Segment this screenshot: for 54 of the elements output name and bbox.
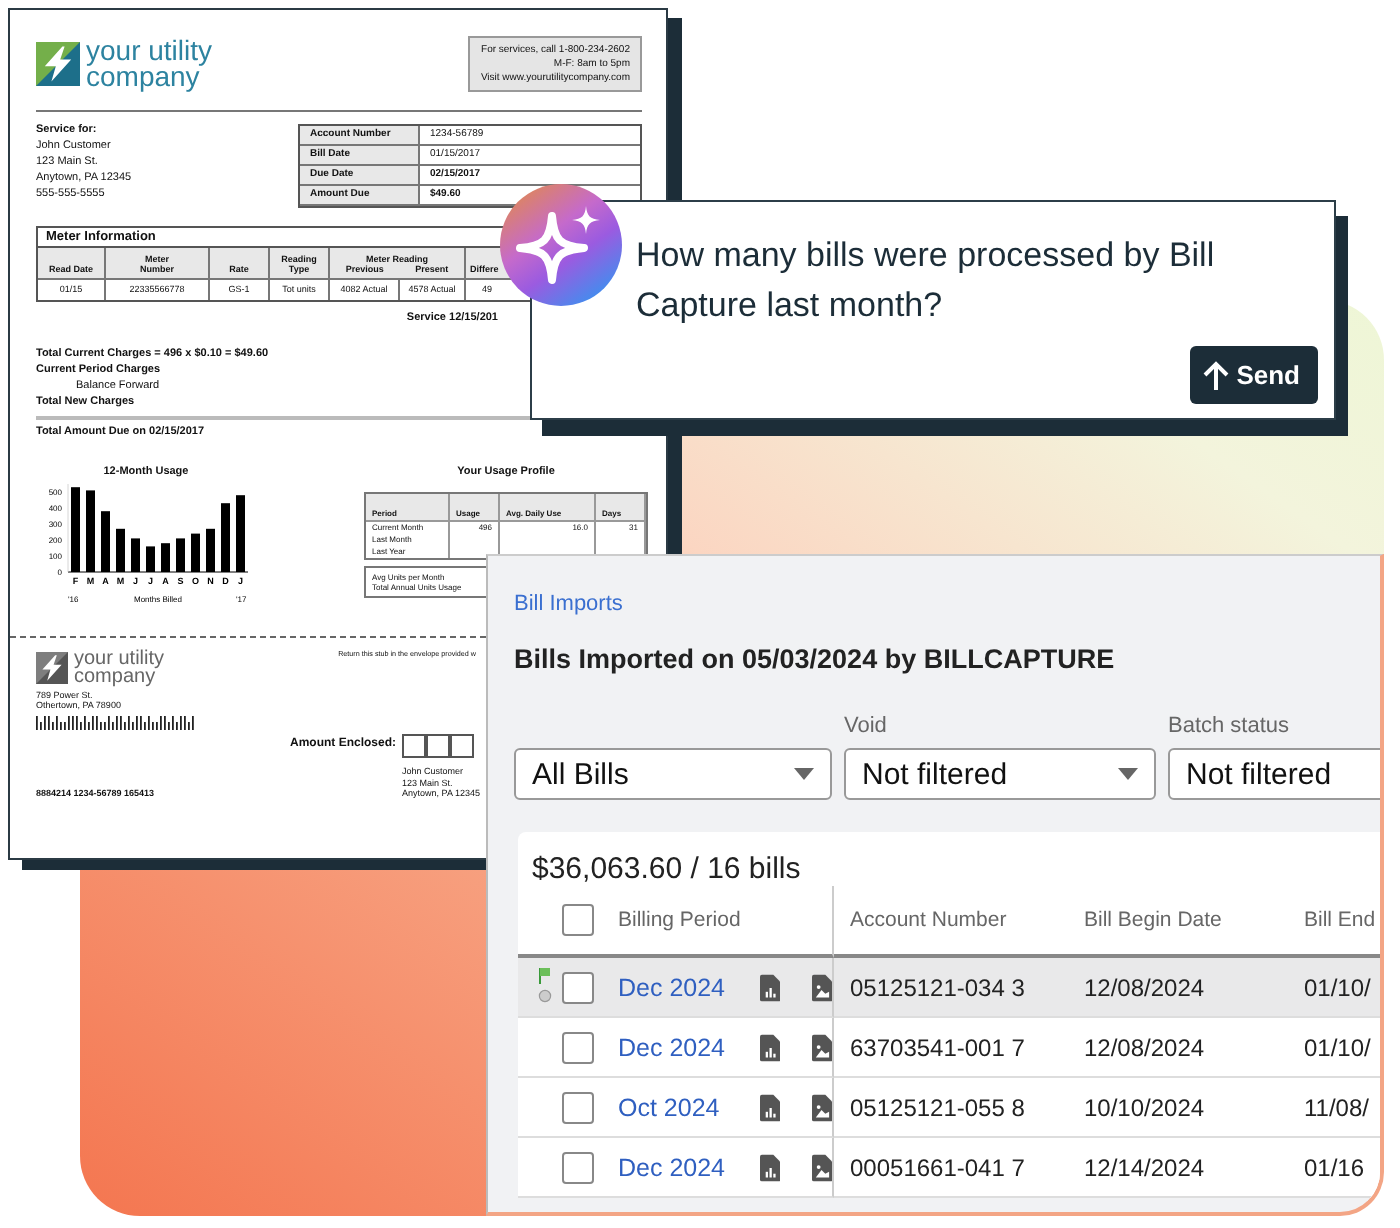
table-cell: 11/08/ — [1304, 1093, 1369, 1121]
table-cell: 10/10/2024 — [1084, 1093, 1205, 1121]
amount-digit-field — [450, 734, 474, 758]
chart-file-icon[interactable] — [759, 1153, 780, 1181]
table-cell: 12/08/2024 — [1084, 973, 1205, 1001]
page-title: Bills Imported on 05/03/2024 by BILLCAPTURE — [514, 644, 1117, 674]
billing-period-link[interactable]: Dec 2024 — [618, 1153, 751, 1181]
table-cell: 00051661-041 7 — [850, 1153, 1025, 1181]
send-button[interactable]: Send — [1190, 346, 1318, 404]
billing-period-link[interactable]: Dec 2024 — [618, 1033, 751, 1061]
select-all-checkbox[interactable] — [562, 904, 594, 936]
table-cell: 01/16 — [1304, 1153, 1365, 1181]
row-checkbox[interactable] — [562, 1031, 594, 1063]
image-file-icon[interactable] — [811, 973, 832, 1001]
amount-digit-field — [402, 734, 426, 758]
billing-period-link[interactable]: Oct 2024 — [618, 1093, 751, 1121]
table-cell: 12/14/2024 — [1084, 1153, 1205, 1181]
chart-file-icon[interactable] — [759, 973, 780, 1001]
column-header: Bill End — [1304, 908, 1376, 932]
image-file-icon[interactable] — [811, 1033, 832, 1061]
row-checkbox[interactable] — [562, 1091, 594, 1123]
filter-select[interactable]: All Bills — [514, 748, 832, 800]
table-cell: 12/08/2024 — [1084, 1033, 1205, 1061]
table-cell: 01/10/ — [1304, 973, 1371, 1001]
filter-select[interactable]: Not filtered — [1168, 748, 1380, 800]
chart-file-icon[interactable] — [759, 1093, 780, 1121]
filter-label: Void — [844, 714, 889, 740]
logo-text: company — [74, 667, 156, 686]
arrow-up-icon — [1202, 359, 1231, 391]
column-header: Billing Period — [618, 908, 741, 932]
column-header: Bill Begin Date — [1084, 908, 1222, 932]
lightning-logo-icon — [36, 651, 68, 684]
table-cell: 63703541-001 7 — [850, 1033, 1025, 1061]
filter-label: Batch status — [1168, 714, 1292, 740]
caret-icon — [794, 768, 814, 780]
lightning-logo-icon — [36, 42, 80, 86]
table-cell: 01/10/ — [1304, 1033, 1371, 1061]
logo-text: company — [86, 64, 200, 90]
image-file-icon[interactable] — [811, 1093, 832, 1121]
logo-text: your utility — [86, 38, 213, 64]
caret-icon — [1118, 768, 1138, 780]
row-checkbox[interactable] — [562, 971, 594, 1003]
table-cell: 05125121-034 3 — [850, 973, 1025, 1001]
table-cell: 05125121-055 8 — [850, 1093, 1025, 1121]
column-header: Account Number — [850, 908, 1007, 932]
row-checkbox[interactable] — [562, 1151, 594, 1183]
image-file-icon[interactable] — [811, 1153, 832, 1181]
chart-file-icon[interactable] — [759, 1033, 780, 1061]
logo-text: your utility — [74, 649, 165, 668]
bills-summary: $36,063.60 / 16 bills — [530, 850, 803, 886]
amount-digit-field — [426, 734, 450, 758]
breadcrumb-link[interactable]: Bill Imports — [514, 592, 623, 616]
y-axis — [67, 483, 69, 572]
filter-select[interactable]: Not filtered — [844, 748, 1156, 800]
